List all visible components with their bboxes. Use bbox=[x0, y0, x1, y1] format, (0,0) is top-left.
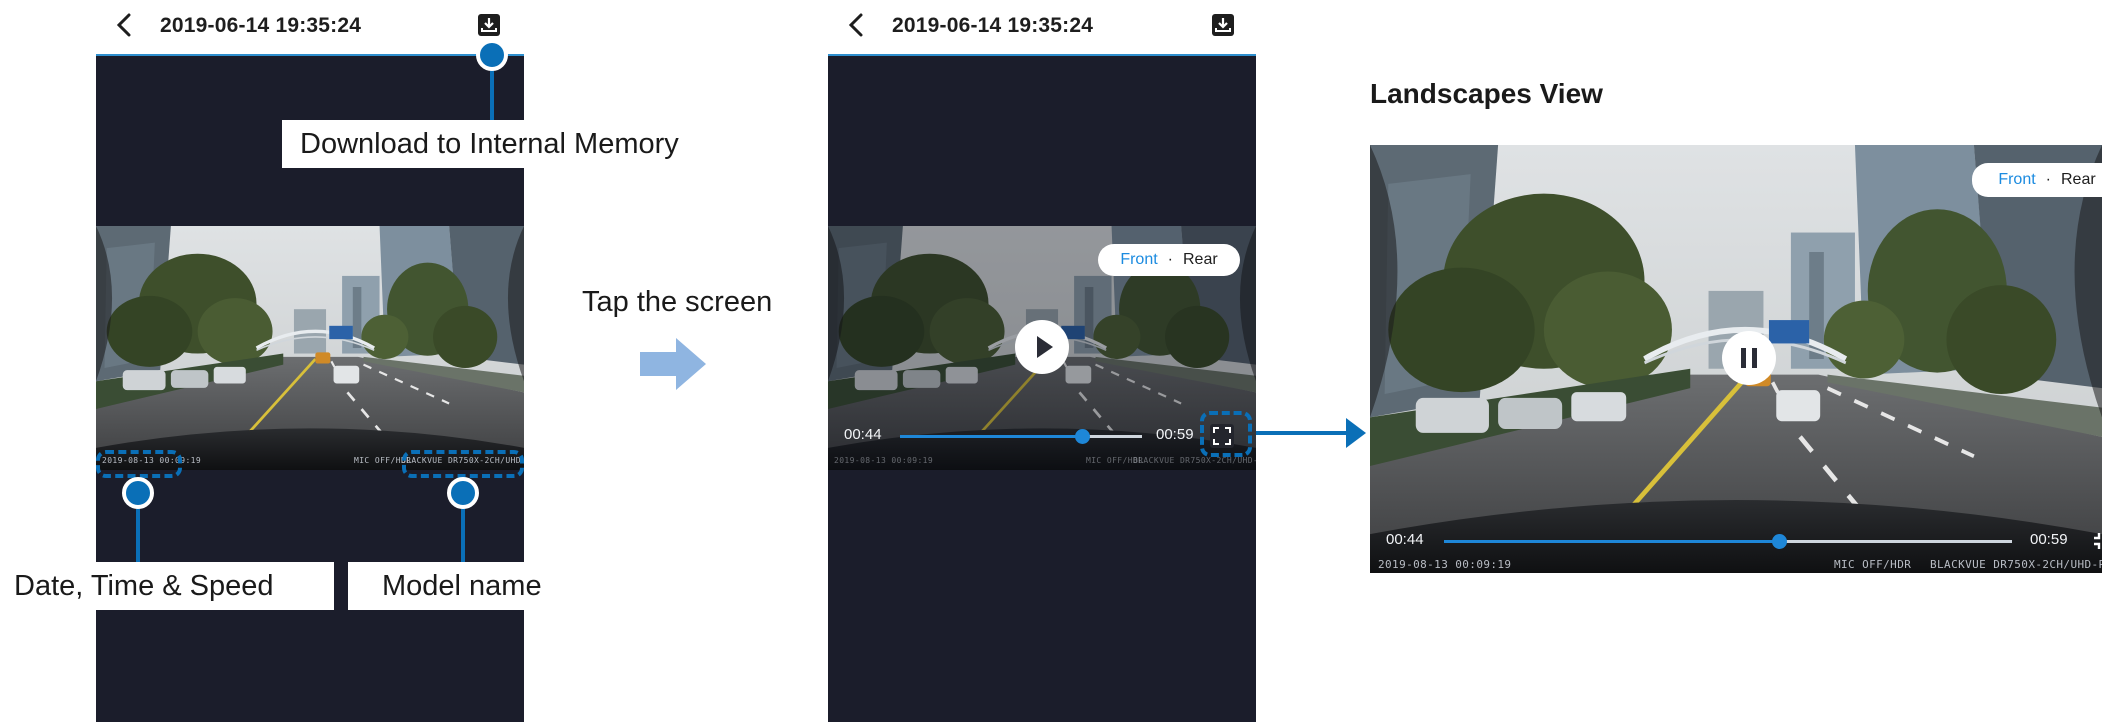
osd-mic: MIC OFF/HDR bbox=[1834, 558, 1912, 571]
osd-datetime: 2019-08-13 00:09:19 bbox=[1378, 558, 1512, 571]
top-bar: 2019-06-14 19:35:24 bbox=[96, 0, 524, 56]
fullscreen-highlight-box bbox=[1200, 411, 1252, 457]
download-tray-icon[interactable] bbox=[476, 12, 502, 38]
play-icon bbox=[1037, 336, 1053, 358]
camera-front-option[interactable]: Front bbox=[1998, 171, 2035, 189]
total-time: 00:59 bbox=[1156, 426, 1194, 443]
landscape-heading: Landscapes View bbox=[1370, 78, 1603, 109]
seek-bar-fill bbox=[1444, 540, 1780, 543]
camera-separator: · bbox=[2045, 171, 2051, 188]
model-callout-label: Model name bbox=[348, 562, 576, 610]
download-callout-dot bbox=[476, 39, 508, 71]
pointer-line bbox=[1256, 431, 1352, 435]
arrow-right-icon bbox=[1346, 418, 1366, 448]
play-button[interactable] bbox=[1015, 320, 1069, 374]
camera-switch[interactable]: Front · Rear bbox=[1098, 244, 1240, 276]
download-callout-label: Download to Internal Memory bbox=[282, 120, 684, 168]
seek-bar-fill bbox=[900, 435, 1082, 438]
phone-screen-1: 2019-06-14 19:35:24 2019-08-13 00:09:19 … bbox=[96, 0, 524, 722]
camera-switch[interactable]: Front · Rear bbox=[1972, 163, 2102, 197]
datetime-callout-dot bbox=[122, 477, 154, 509]
dashcam-video-frame[interactable]: 2019-08-13 00:09:19 MIC OFF/HDR BLACKVUE… bbox=[96, 226, 524, 470]
back-chevron-icon[interactable] bbox=[842, 10, 872, 40]
download-tray-icon[interactable] bbox=[1210, 12, 1236, 38]
pause-icon bbox=[1741, 348, 1757, 368]
model-callout-dot bbox=[447, 477, 479, 509]
tap-instruction-label: Tap the screen bbox=[582, 286, 773, 318]
current-time: 00:44 bbox=[844, 426, 882, 443]
osd-model: BLACKVUE DR750X-2CH/UHD-PRO bbox=[1133, 456, 1256, 465]
back-chevron-icon[interactable] bbox=[110, 10, 140, 40]
dashcam-video-frame[interactable]: 2019-08-13 00:09:19 MIC OFF/HDR BLACKVUE… bbox=[828, 226, 1256, 470]
fullscreen-exit-icon[interactable] bbox=[2090, 529, 2102, 553]
seek-bar[interactable] bbox=[1444, 534, 2012, 549]
pause-button[interactable] bbox=[1722, 331, 1776, 385]
seek-bar[interactable] bbox=[900, 429, 1142, 444]
datetime-highlight-box bbox=[96, 450, 182, 478]
recording-timestamp: 2019-06-14 19:35:24 bbox=[892, 14, 1094, 37]
camera-rear-option[interactable]: Rear bbox=[2061, 171, 2096, 189]
total-time: 00:59 bbox=[2030, 531, 2068, 548]
recording-timestamp: 2019-06-14 19:35:24 bbox=[160, 14, 362, 37]
arrow-right-icon bbox=[640, 338, 706, 390]
camera-rear-option[interactable]: Rear bbox=[1183, 251, 1218, 269]
seek-bar-knob[interactable] bbox=[1074, 429, 1090, 444]
model-highlight-box bbox=[402, 450, 524, 478]
current-time: 00:44 bbox=[1386, 531, 1424, 548]
camera-separator: · bbox=[1167, 251, 1173, 268]
datetime-callout-label: Date, Time & Speed bbox=[0, 562, 334, 610]
top-bar: 2019-06-14 19:35:24 bbox=[828, 0, 1256, 56]
osd-model: BLACKVUE DR750X-2CH/UHD-PRO bbox=[1930, 558, 2102, 571]
dashcam-scene-image bbox=[96, 226, 524, 470]
osd-datetime: 2019-08-13 00:09:19 bbox=[834, 456, 934, 465]
landscape-video-frame[interactable]: 2019-08-13 00:09:19 MIC OFF/HDR BLACKVUE… bbox=[1370, 145, 2102, 573]
camera-front-option[interactable]: Front bbox=[1120, 251, 1157, 269]
phone-screen-2: 2019-06-14 19:35:24 2019-08-13 00:09:19 … bbox=[828, 0, 1256, 722]
